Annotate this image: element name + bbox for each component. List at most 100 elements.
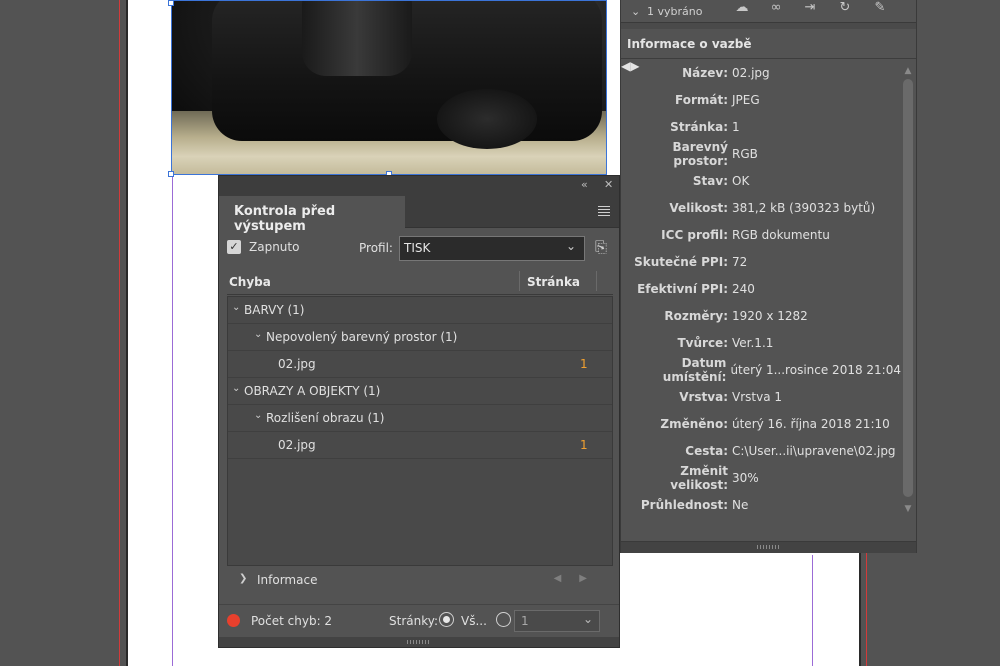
link-info-value: 1920 x 1282 bbox=[732, 308, 808, 323]
scroll-down-icon[interactable]: ▼ bbox=[902, 504, 914, 514]
enabled-label: Zapnuto bbox=[249, 240, 300, 254]
link-info-key: Vrstva: bbox=[679, 389, 728, 404]
link-info-row: Tvůrce: Ver.1.1 bbox=[621, 329, 901, 356]
tab-preflight[interactable]: Kontrola před výstupem bbox=[219, 196, 405, 234]
chevron-down-icon[interactable]: ⌄ bbox=[631, 5, 647, 18]
cloud-link-icon[interactable]: ☁ bbox=[733, 0, 751, 16]
links-separator[interactable] bbox=[621, 22, 916, 29]
link-info-value: 02.jpg bbox=[732, 65, 770, 80]
preflight-error-list: ⌄ BARVY (1) ⌄ Nepovolený barevný prostor (1… bbox=[227, 296, 613, 566]
relink-icon[interactable]: ∞ bbox=[767, 0, 785, 16]
column-error[interactable]: Chyba bbox=[229, 275, 271, 289]
link-info-row: Velikost: 381,2 kB (390323 bytů) bbox=[621, 194, 901, 221]
link-info-key: Formát: bbox=[674, 92, 728, 107]
link-info-key: Průhlednost: bbox=[640, 497, 728, 512]
link-info-row: Stav: OK bbox=[621, 167, 901, 194]
links-panel-footer[interactable] bbox=[621, 541, 916, 553]
preflight-titlebar[interactable]: « ✕ bbox=[219, 176, 619, 196]
profile-select[interactable]: TISK ⌄ bbox=[399, 236, 585, 261]
define-profiles-icon[interactable]: ⎘ bbox=[595, 238, 613, 258]
link-info-row: Stránka: 1 bbox=[621, 113, 901, 140]
info-nav-arrows[interactable]: ◀▶ bbox=[554, 573, 605, 584]
pages-range-radio[interactable] bbox=[496, 612, 511, 627]
selection-count: 1 vybráno bbox=[647, 4, 703, 18]
list-item[interactable]: 02.jpg 1 bbox=[228, 432, 612, 459]
image-object-ring bbox=[437, 89, 537, 149]
link-info-key: Efektivní PPI: bbox=[637, 281, 728, 296]
chevron-down-icon[interactable]: ⌄ bbox=[232, 383, 240, 394]
pages-all-label: Vš... bbox=[461, 614, 487, 628]
list-item[interactable]: ⌄ BARVY (1) bbox=[228, 297, 612, 324]
page-range-field[interactable]: 1 ⌄ bbox=[514, 610, 600, 632]
resize-grip-icon[interactable] bbox=[756, 545, 781, 549]
scrollbar-thumb[interactable] bbox=[903, 79, 913, 497]
list-item-page-link[interactable]: 1 bbox=[580, 438, 588, 452]
list-item[interactable]: 02.jpg 1 bbox=[228, 351, 612, 378]
link-info-scrollbar[interactable]: ▲ ▼ bbox=[902, 66, 914, 514]
link-info-value: 1 bbox=[732, 119, 740, 134]
list-item-label: 02.jpg bbox=[278, 438, 316, 452]
collapse-panel-icon[interactable]: « bbox=[581, 178, 588, 191]
link-info-row: Barevný prostor: RGB bbox=[621, 139, 901, 168]
list-item[interactable]: ⌄ OBRAZY A OBJEKTY (1) bbox=[228, 378, 612, 405]
chevron-down-icon[interactable]: ⌄ bbox=[254, 329, 262, 340]
preflight-panel: « ✕ Kontrola před výstupem ✓ Zapnuto Pro… bbox=[218, 175, 620, 648]
link-info-row: Změněno: úterý 16. října 2018 21:10 bbox=[621, 410, 901, 437]
preflight-tabbar: Kontrola před výstupem bbox=[219, 196, 619, 234]
pages-all-radio[interactable] bbox=[439, 612, 454, 627]
error-count: Počet chyb: 2 bbox=[251, 614, 333, 628]
profile-label: Profil: bbox=[359, 241, 393, 255]
go-to-link-icon[interactable]: ⇥ bbox=[801, 0, 819, 16]
edit-original-icon[interactable]: ✎ bbox=[871, 0, 889, 16]
column-page[interactable]: Stránka bbox=[527, 275, 580, 289]
list-item-page-link[interactable]: 1 bbox=[580, 357, 588, 371]
info-section[interactable]: ❯ Informace ◀▶ bbox=[227, 569, 613, 593]
update-link-icon[interactable]: ↻ bbox=[836, 0, 854, 16]
link-info-value: 240 bbox=[732, 281, 755, 296]
page-range-value: 1 bbox=[521, 614, 529, 628]
frame-handle-top-left[interactable] bbox=[168, 0, 174, 6]
link-info-header[interactable]: Informace o vazbě bbox=[621, 29, 916, 59]
resize-grip-icon[interactable] bbox=[407, 640, 431, 644]
panel-menu-icon[interactable] bbox=[598, 206, 610, 216]
link-info-key: Změnit velikost: bbox=[670, 463, 728, 492]
preflight-table-header: Chyba Stránka bbox=[227, 269, 613, 295]
chevron-right-icon[interactable]: ❯ bbox=[239, 573, 247, 584]
link-info-key: Skutečné PPI: bbox=[634, 254, 728, 269]
column-divider[interactable] bbox=[519, 271, 520, 291]
link-info-value: JPEG bbox=[732, 92, 760, 107]
placed-image-frame[interactable] bbox=[171, 0, 607, 175]
list-item-label: Nepovolený barevný prostor (1) bbox=[266, 330, 458, 344]
link-info-row: Název: 02.jpg bbox=[621, 59, 901, 86]
page-edge-left bbox=[126, 0, 128, 666]
link-info-value: úterý 16. října 2018 21:10 bbox=[732, 416, 890, 431]
frame-handle-bottom-left[interactable] bbox=[168, 171, 174, 177]
chevron-down-icon[interactable]: ⌄ bbox=[232, 302, 240, 313]
column-divider[interactable] bbox=[596, 271, 597, 291]
link-info-row: Formát: JPEG bbox=[621, 86, 901, 113]
close-icon[interactable]: ✕ bbox=[604, 178, 613, 191]
link-info-key: Stav: bbox=[692, 173, 728, 188]
link-info-row: Rozměry: 1920 x 1282 bbox=[621, 302, 901, 329]
margin-guide-right bbox=[812, 555, 813, 666]
enabled-checkbox[interactable]: ✓ bbox=[227, 240, 241, 254]
link-info-value: RGB dokumentu bbox=[732, 227, 830, 242]
link-info-title: Informace o vazbě bbox=[627, 36, 752, 51]
link-info-value: 381,2 kB (390323 bytů) bbox=[732, 200, 876, 215]
link-info-value: Ne bbox=[732, 497, 749, 512]
links-toolbar: ⌄ 1 vybráno ☁ ∞ ⇥ ↻ ✎ bbox=[621, 0, 916, 22]
scroll-up-icon[interactable]: ▲ bbox=[902, 66, 914, 76]
chevron-down-icon[interactable]: ⌄ bbox=[254, 410, 262, 421]
image-object-knob bbox=[302, 1, 412, 76]
link-info-row: Skutečné PPI: 72 bbox=[621, 248, 901, 275]
list-item-label: BARVY (1) bbox=[244, 303, 305, 317]
list-item[interactable]: ⌄ Rozlišení obrazu (1) bbox=[228, 405, 612, 432]
list-item[interactable]: ⌄ Nepovolený barevný prostor (1) bbox=[228, 324, 612, 351]
preflight-footer[interactable] bbox=[219, 637, 619, 647]
link-info-key: Změněno: bbox=[660, 416, 728, 431]
link-info-row: Průhlednost: Ne bbox=[621, 491, 901, 518]
chevron-down-icon: ⌄ bbox=[565, 239, 576, 253]
link-info-key: Barevný prostor: bbox=[672, 139, 729, 168]
link-info-key: Cesta: bbox=[685, 443, 728, 458]
link-info-key: Tvůrce: bbox=[677, 335, 728, 350]
